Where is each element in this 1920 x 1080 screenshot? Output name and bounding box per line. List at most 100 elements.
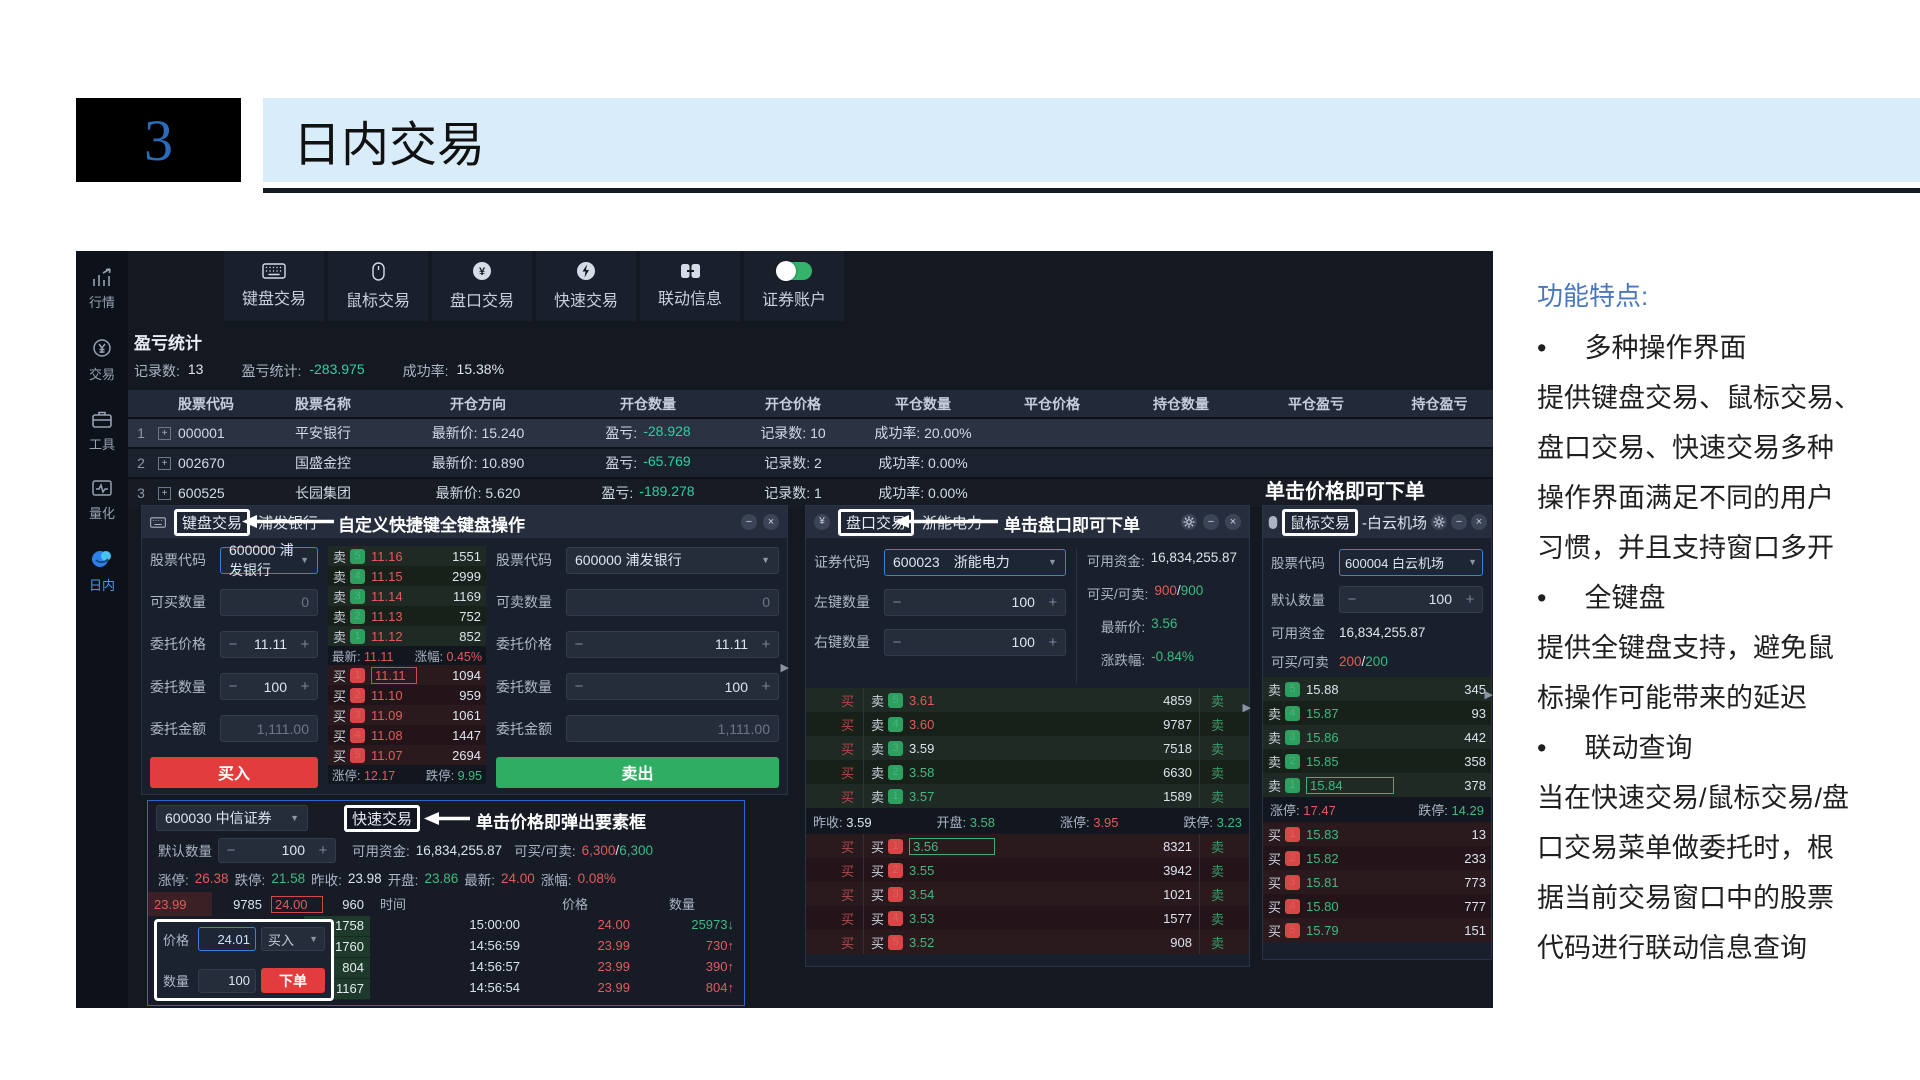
order-qty-stepper[interactable]: − 100 +: [566, 673, 779, 700]
col-header[interactable]: 开仓方向: [388, 394, 568, 414]
bid-row[interactable]: 买515.79151: [1263, 918, 1491, 942]
bid-row[interactable]: 买买13.568321卖: [806, 834, 1249, 858]
sell-hint-cell[interactable]: 卖: [1199, 760, 1249, 784]
bid-row[interactable]: 买买23.553942卖: [806, 858, 1249, 882]
plus-icon[interactable]: +: [754, 678, 778, 695]
ask-row[interactable]: 买卖33.597518卖: [806, 736, 1249, 760]
panel-title-highlight-box[interactable]: 键盘交易: [174, 509, 250, 536]
stock-code-select[interactable]: 600000 浦发银行▼: [220, 547, 318, 574]
buy-hint-cell[interactable]: 买: [806, 858, 864, 882]
buy-hint-cell[interactable]: 买: [806, 784, 864, 808]
minus-icon[interactable]: −: [885, 634, 909, 651]
ask-row[interactable]: 买卖23.586630卖: [806, 760, 1249, 784]
expand-icon[interactable]: [158, 457, 171, 470]
ask-row[interactable]: 卖111.12852: [328, 626, 486, 646]
order-price-stepper[interactable]: − 11.11 +: [220, 631, 318, 658]
plus-icon[interactable]: +: [293, 678, 317, 695]
buy-hint-cell[interactable]: 买: [806, 834, 864, 858]
bid-price-cell[interactable]: 23.99: [148, 892, 212, 916]
sell-button[interactable]: 卖出: [496, 757, 779, 788]
col-header[interactable]: 股票代码: [154, 394, 258, 414]
buy-hint-cell[interactable]: 买: [806, 882, 864, 906]
plus-icon[interactable]: +: [1458, 591, 1482, 608]
table-row[interactable]: 2 002670 国盛金控 最新价: 10.890 盈亏: -65.769 记录…: [128, 447, 1493, 477]
sidebar-item-trade[interactable]: 交易: [89, 337, 115, 383]
gear-icon[interactable]: [1431, 514, 1447, 530]
stock-code-select[interactable]: 600030 中信证券▼: [156, 805, 308, 831]
bid-row[interactable]: 买211.10959: [328, 685, 486, 705]
sidebar-item-intraday[interactable]: 日内: [89, 548, 115, 594]
popup-side-select[interactable]: 买入▼: [261, 927, 325, 951]
plus-icon[interactable]: +: [1041, 634, 1065, 651]
toolbar-depth-trading[interactable]: ¥ 盘口交易: [432, 251, 532, 321]
stock-code-select[interactable]: 600004 白云机场▼: [1339, 549, 1483, 576]
ask-row[interactable]: 买卖53.614859卖: [806, 688, 1249, 712]
ask-row[interactable]: 卖511.161551: [328, 546, 486, 566]
bid-row[interactable]: 买115.8313: [1263, 822, 1491, 846]
left-click-qty-stepper[interactable]: − 100 +: [884, 589, 1066, 616]
buy-hint-cell[interactable]: 买: [806, 930, 864, 954]
col-header[interactable]: 平仓盈亏: [1246, 394, 1386, 414]
col-header[interactable]: 开仓数量: [568, 394, 728, 414]
minus-icon[interactable]: −: [219, 842, 243, 859]
bid-row[interactable]: 买111.111094: [328, 665, 486, 685]
minimize-icon[interactable]: −: [741, 514, 757, 530]
sidebar-item-tools[interactable]: 工具: [89, 409, 115, 453]
ask-row[interactable]: 卖515.88345: [1263, 677, 1491, 701]
popup-qty-input[interactable]: 100: [198, 969, 256, 993]
panel-expand-handle[interactable]: [1485, 688, 1493, 701]
plus-icon[interactable]: +: [1041, 594, 1065, 611]
minimize-icon[interactable]: −: [1451, 514, 1467, 530]
minus-icon[interactable]: −: [567, 678, 591, 695]
order-price-stepper[interactable]: − 11.11 +: [566, 631, 779, 658]
bid-row[interactable]: 买215.82233: [1263, 846, 1491, 870]
buy-hint-cell[interactable]: 买: [806, 688, 864, 712]
ask-row[interactable]: 买卖43.609787卖: [806, 712, 1249, 736]
close-icon[interactable]: ×: [1225, 514, 1241, 530]
stock-code-select[interactable]: 600000 浦发银行▼: [566, 547, 779, 574]
close-icon[interactable]: ×: [763, 514, 779, 530]
buy-hint-cell[interactable]: 买: [806, 712, 864, 736]
order-amount-field[interactable]: 1,111.00: [220, 715, 318, 742]
plus-icon[interactable]: +: [754, 636, 778, 653]
bid-row[interactable]: 买311.091061: [328, 705, 486, 725]
buyable-qty-field[interactable]: 0: [220, 589, 318, 616]
buy-hint-cell[interactable]: 买: [806, 736, 864, 760]
buy-hint-cell[interactable]: 买: [806, 760, 864, 784]
plus-icon[interactable]: +: [311, 842, 335, 859]
sell-hint-cell[interactable]: 卖: [1199, 906, 1249, 930]
gear-icon[interactable]: [1181, 514, 1197, 530]
col-header[interactable]: 股票名称: [258, 394, 388, 414]
bid-row[interactable]: 买411.081447: [328, 725, 486, 745]
default-qty-stepper[interactable]: − 100 +: [218, 838, 336, 863]
popup-price-input[interactable]: 24.01: [198, 927, 256, 951]
panel-title-highlight-box[interactable]: 快速交易: [344, 805, 420, 832]
sell-hint-cell[interactable]: 卖: [1199, 688, 1249, 712]
minus-icon[interactable]: −: [221, 678, 245, 695]
plus-icon[interactable]: +: [293, 636, 317, 653]
sell-hint-cell[interactable]: 卖: [1199, 834, 1249, 858]
ask-price-cell[interactable]: 24.00: [271, 896, 323, 913]
sell-hint-cell[interactable]: 卖: [1199, 930, 1249, 954]
panel-expand-handle[interactable]: [781, 661, 789, 674]
bid-row[interactable]: 买511.072694: [328, 745, 486, 765]
minus-icon[interactable]: −: [885, 594, 909, 611]
minus-icon[interactable]: −: [221, 636, 245, 653]
order-amount-field[interactable]: 1,111.00: [566, 715, 779, 742]
sidebar-item-quant[interactable]: 量化: [89, 479, 115, 522]
minus-icon[interactable]: −: [567, 636, 591, 653]
ask-row[interactable]: 卖211.13752: [328, 606, 486, 626]
col-header[interactable]: 平仓价格: [988, 394, 1116, 414]
ask-row[interactable]: 卖311.141169: [328, 586, 486, 606]
sidebar-item-market[interactable]: 行情: [89, 267, 115, 311]
stock-code-select[interactable]: 600023 浙能电力 ▼: [884, 549, 1066, 576]
buy-hint-cell[interactable]: 买: [806, 906, 864, 930]
close-icon[interactable]: ×: [1471, 514, 1487, 530]
ask-row[interactable]: 买卖13.571589卖: [806, 784, 1249, 808]
ask-row[interactable]: 卖115.84378: [1263, 773, 1491, 797]
bid-row[interactable]: 买买33.541021卖: [806, 882, 1249, 906]
sell-hint-cell[interactable]: 卖: [1199, 784, 1249, 808]
toolbar-keyboard-trading[interactable]: 键盘交易: [224, 251, 324, 321]
minus-icon[interactable]: −: [1340, 591, 1364, 608]
order-qty-stepper[interactable]: − 100 +: [220, 673, 318, 700]
